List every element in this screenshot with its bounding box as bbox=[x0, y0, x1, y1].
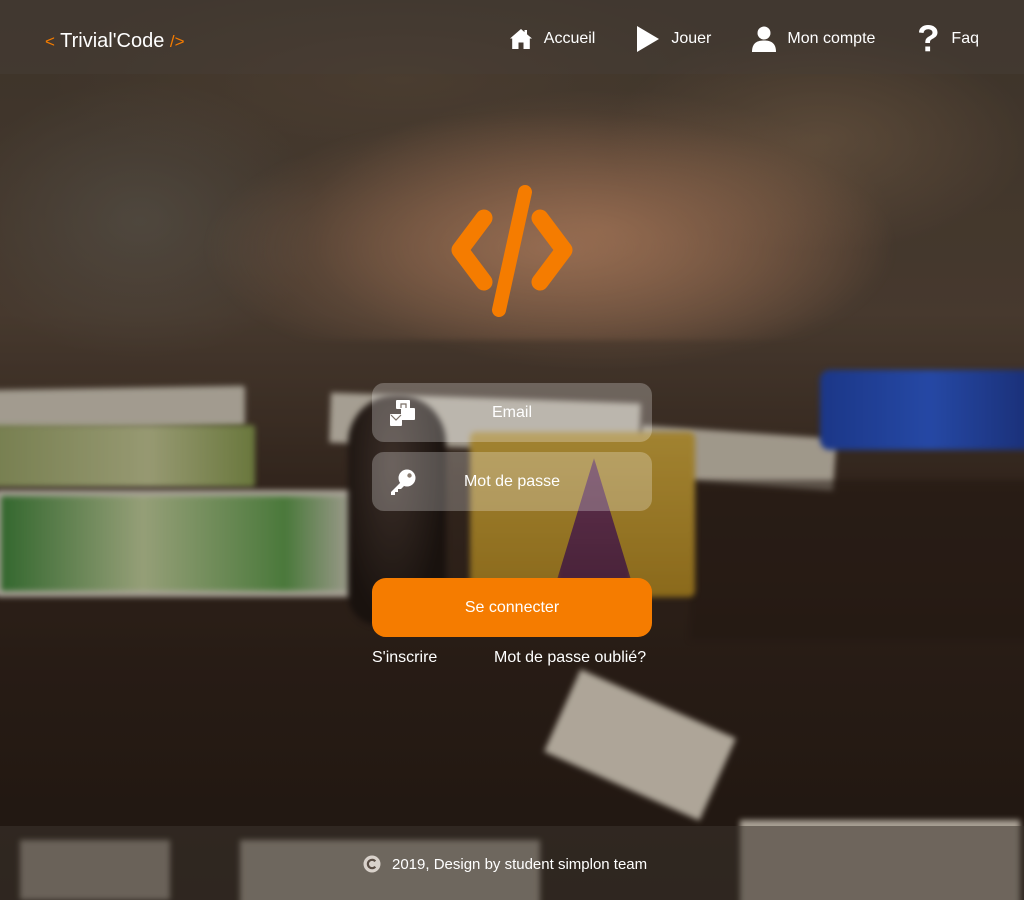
nav-item-accueil[interactable]: Accueil bbox=[508, 26, 596, 52]
nav-label-accueil: Accueil bbox=[543, 30, 596, 47]
logo-text: Trivial'Code bbox=[60, 30, 165, 52]
password-field-wrapper bbox=[372, 452, 652, 511]
key-icon bbox=[390, 469, 416, 495]
nav-label-jouer: Jouer bbox=[671, 30, 712, 47]
nav-label-mon-compte: Mon compte bbox=[787, 30, 876, 47]
forgot-password-link[interactable]: Mot de passe oublié? bbox=[494, 649, 646, 667]
home-icon bbox=[508, 26, 534, 52]
footer-content: 2019, Design by student simplon team bbox=[363, 855, 647, 873]
main-nav: Accueil Jouer Mon compte Faq bbox=[468, 25, 979, 52]
register-link[interactable]: S'inscrire bbox=[372, 649, 437, 667]
logo-open-bracket: < bbox=[45, 32, 55, 51]
play-icon bbox=[635, 26, 661, 52]
nav-item-mon-compte[interactable]: Mon compte bbox=[751, 26, 875, 52]
footer: 2019, Design by student simplon team bbox=[0, 826, 1024, 900]
email-field-wrapper bbox=[372, 383, 652, 442]
question-icon bbox=[915, 25, 941, 52]
user-icon bbox=[751, 26, 777, 52]
email-icon bbox=[390, 400, 416, 426]
top-nav-bar: < Trivial'Code /> Accueil Jouer Mon comp… bbox=[0, 0, 1024, 74]
background-photo bbox=[0, 0, 1024, 900]
site-logo[interactable]: < Trivial'Code /> bbox=[45, 30, 185, 53]
logo-close-bracket: /> bbox=[169, 32, 185, 51]
nav-item-faq[interactable]: Faq bbox=[915, 25, 979, 52]
nav-item-jouer[interactable]: Jouer bbox=[635, 26, 711, 52]
copyright-icon bbox=[363, 855, 381, 873]
login-button[interactable]: Se connecter bbox=[372, 578, 652, 637]
nav-label-faq: Faq bbox=[951, 30, 979, 47]
code-logo-icon bbox=[448, 184, 576, 318]
footer-text: 2019, Design by student simplon team bbox=[392, 855, 648, 873]
